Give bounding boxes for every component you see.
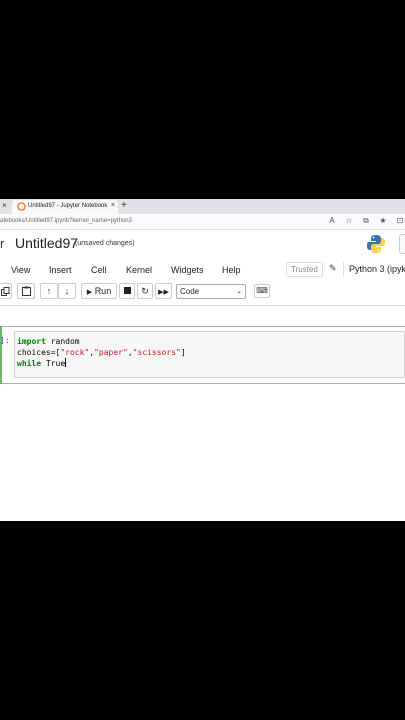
code-line-3: while True <box>17 358 67 368</box>
favorite-star-icon[interactable]: ☆ <box>344 216 354 226</box>
clipboard-icon <box>21 286 31 296</box>
copy-icon <box>1 287 10 296</box>
notebook-area: ]: import random choices=["rock","paper"… <box>0 306 405 521</box>
notebook-title[interactable]: Untitled97 <box>15 235 78 251</box>
restart-button[interactable]: ↻ <box>137 283 153 299</box>
chevron-down-icon: ⌄ <box>236 288 242 295</box>
browser-tab-strip: × Untitled97 - Jupyter Notebook × + <box>0 199 405 214</box>
split-screen-icon[interactable]: ⧉ <box>361 216 371 226</box>
tab-title: Untitled97 - Jupyter Notebook <box>28 203 108 209</box>
restart-run-all-button[interactable]: ▶▶ <box>155 283 172 299</box>
text-cursor <box>65 358 67 367</box>
cell-prompt: ]: <box>0 336 10 345</box>
cell-type-value: Code <box>180 287 200 296</box>
notebook-header: r Untitled97 (unsaved changes) <box>0 230 405 258</box>
kernel-indicator[interactable]: Python 3 (ipyk <box>343 262 405 277</box>
code-cell[interactable]: ]: import random choices=["rock","paper"… <box>0 326 405 384</box>
interrupt-button[interactable] <box>119 283 135 299</box>
menubar: View Insert Cell Kernel Widgets Help Tru… <box>0 258 405 282</box>
jupyter-window: × Untitled97 - Jupyter Notebook × + ateb… <box>0 199 405 521</box>
move-down-button[interactable]: ↓ <box>58 283 76 299</box>
address-bar[interactable]: atebooks/Untitled97.ipynb?kernel_name=py… <box>0 214 405 230</box>
new-tab-button[interactable]: + <box>121 200 127 211</box>
jupyter-favicon-icon <box>17 202 26 211</box>
play-icon: ▶ <box>86 289 93 296</box>
collections-icon[interactable]: ⊡ <box>395 216 405 226</box>
trusted-badge[interactable]: Trusted <box>286 262 323 277</box>
code-text[interactable]: import random choices=["rock","paper","s… <box>17 336 186 369</box>
run-label: Run <box>94 286 112 296</box>
code-line-1: import random <box>17 337 80 346</box>
copy-cell-button[interactable] <box>0 283 12 299</box>
toolbar: ↑ ↓ ▶ Run ↻ ▶▶ Code ⌄ ⌨ <box>0 282 405 302</box>
jupyter-logo-fragment[interactable]: r <box>0 236 4 251</box>
cell-type-select[interactable]: Code ⌄ <box>176 284 246 299</box>
run-button[interactable]: ▶ Run <box>81 283 117 299</box>
arrow-down-icon: ↓ <box>64 286 70 296</box>
save-status: (unsaved changes) <box>75 240 135 247</box>
fast-forward-icon: ▶▶ <box>158 289 169 296</box>
menu-insert[interactable]: Insert <box>49 265 72 275</box>
menu-widgets[interactable]: Widgets <box>171 265 204 275</box>
logout-button-fragment[interactable] <box>399 234 405 254</box>
menu-view[interactable]: View <box>11 265 30 275</box>
browser-tab[interactable]: Untitled97 - Jupyter Notebook × <box>12 200 118 214</box>
address-bar-icons: A ☆ ⧉ ★ ⊡ <box>327 216 405 226</box>
favorites-icon[interactable]: ★ <box>378 216 388 226</box>
arrow-up-icon: ↑ <box>46 286 52 296</box>
move-up-button[interactable]: ↑ <box>40 283 58 299</box>
edit-mode-indicator <box>0 326 2 384</box>
command-palette-button[interactable]: ⌨ <box>254 284 270 298</box>
restart-icon: ↻ <box>141 286 149 296</box>
code-line-2: choices=["rock","paper","scissors"] <box>17 348 186 357</box>
paste-cell-button[interactable] <box>17 283 35 299</box>
menu-help[interactable]: Help <box>222 265 241 275</box>
pencil-edit-icon[interactable]: ✎ <box>329 263 337 274</box>
previous-tab-close-icon[interactable]: × <box>2 201 7 210</box>
menu-kernel[interactable]: Kernel <box>126 265 152 275</box>
python-logo-icon <box>367 235 385 253</box>
notebook-page: ]: import random choices=["rock","paper"… <box>0 306 405 521</box>
tab-close-icon[interactable]: × <box>111 202 115 209</box>
read-aloud-icon[interactable]: A <box>327 216 337 226</box>
code-editor[interactable]: import random choices=["rock","paper","s… <box>14 331 405 378</box>
url-text[interactable]: atebooks/Untitled97.ipynb?kernel_name=py… <box>0 218 132 224</box>
stop-icon <box>123 287 131 294</box>
keyboard-icon: ⌨ <box>256 286 268 295</box>
menu-cell[interactable]: Cell <box>91 265 107 275</box>
